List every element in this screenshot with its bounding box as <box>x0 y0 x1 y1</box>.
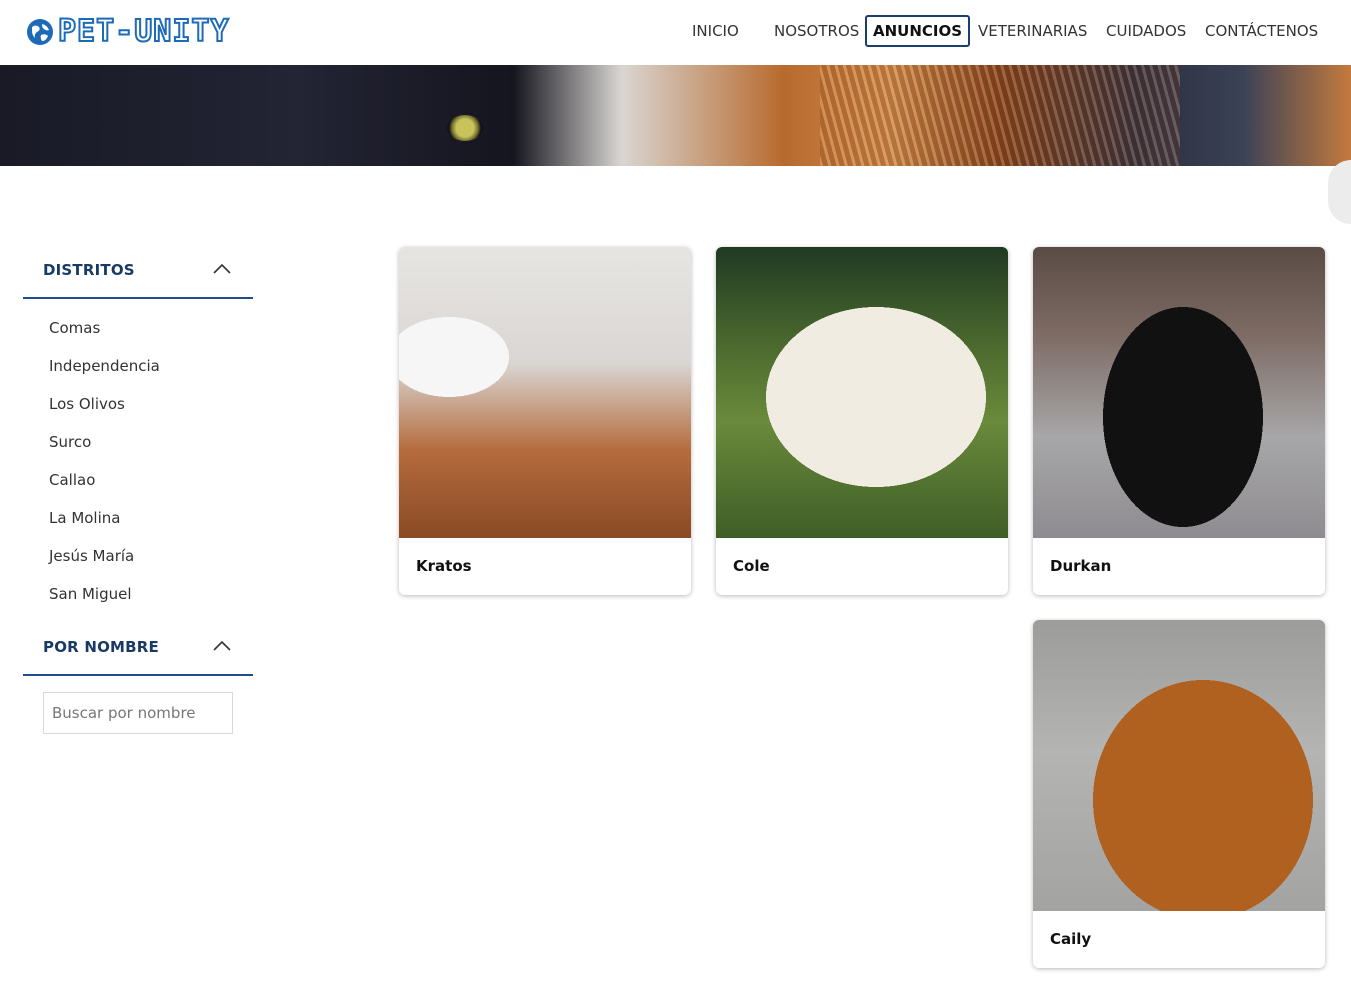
districts-title: DISTRITOS <box>43 261 135 279</box>
nav-inicio[interactable]: INICIO <box>692 15 739 47</box>
nav-nosotros[interactable]: NOSOTROS <box>774 15 859 47</box>
pet-name: Durkan <box>1050 557 1112 575</box>
pet-card[interactable]: Caily <box>1033 620 1325 968</box>
pet-photo <box>1033 247 1325 538</box>
search-by-name-input[interactable] <box>43 692 233 734</box>
pet-card[interactable]: Cole <box>716 247 1008 595</box>
pet-photo <box>716 247 1008 538</box>
district-los-olivos[interactable]: Los Olivos <box>49 393 125 415</box>
pet-photo <box>1033 620 1325 911</box>
floating-widget[interactable] <box>1328 160 1351 224</box>
districts-filter-header[interactable]: DISTRITOS <box>23 243 253 299</box>
chevron-up-icon[interactable] <box>213 640 231 652</box>
chevron-up-icon[interactable] <box>213 263 231 275</box>
district-san-miguel[interactable]: San Miguel <box>49 583 132 605</box>
pet-photo <box>399 247 691 538</box>
by-name-filter-header[interactable]: POR NOMBRE <box>23 620 253 676</box>
site-header: PET-UNITY INICIO NOSOTROS ANUNCIOS VETER… <box>0 0 1351 65</box>
cat-eye-image <box>447 115 483 141</box>
district-jesus-maria[interactable]: Jesús María <box>49 545 134 567</box>
district-independencia[interactable]: Independencia <box>49 355 160 377</box>
pet-name: Caily <box>1050 930 1092 948</box>
district-la-molina[interactable]: La Molina <box>49 507 120 529</box>
nav-anuncios[interactable]: ANUNCIOS <box>865 15 971 47</box>
nav-cuidados[interactable]: CUIDADOS <box>1106 15 1186 47</box>
hero-banner <box>0 65 1351 166</box>
pet-name: Kratos <box>416 557 472 575</box>
district-surco[interactable]: Surco <box>49 431 91 453</box>
nav-veterinarias[interactable]: VETERINARIAS <box>978 15 1087 47</box>
main-nav: INICIO NOSOTROS ANUNCIOS VETERINARIAS CU… <box>0 15 1351 47</box>
pet-name: Cole <box>733 557 770 575</box>
district-callao[interactable]: Callao <box>49 469 95 491</box>
pet-card[interactable]: Durkan <box>1033 247 1325 595</box>
nav-contactenos[interactable]: CONTÁCTENOS <box>1205 15 1318 47</box>
pet-card[interactable]: Kratos <box>399 247 691 595</box>
district-comas[interactable]: Comas <box>49 317 100 339</box>
by-name-title: POR NOMBRE <box>43 638 159 656</box>
dog-fur-image <box>820 65 1180 166</box>
